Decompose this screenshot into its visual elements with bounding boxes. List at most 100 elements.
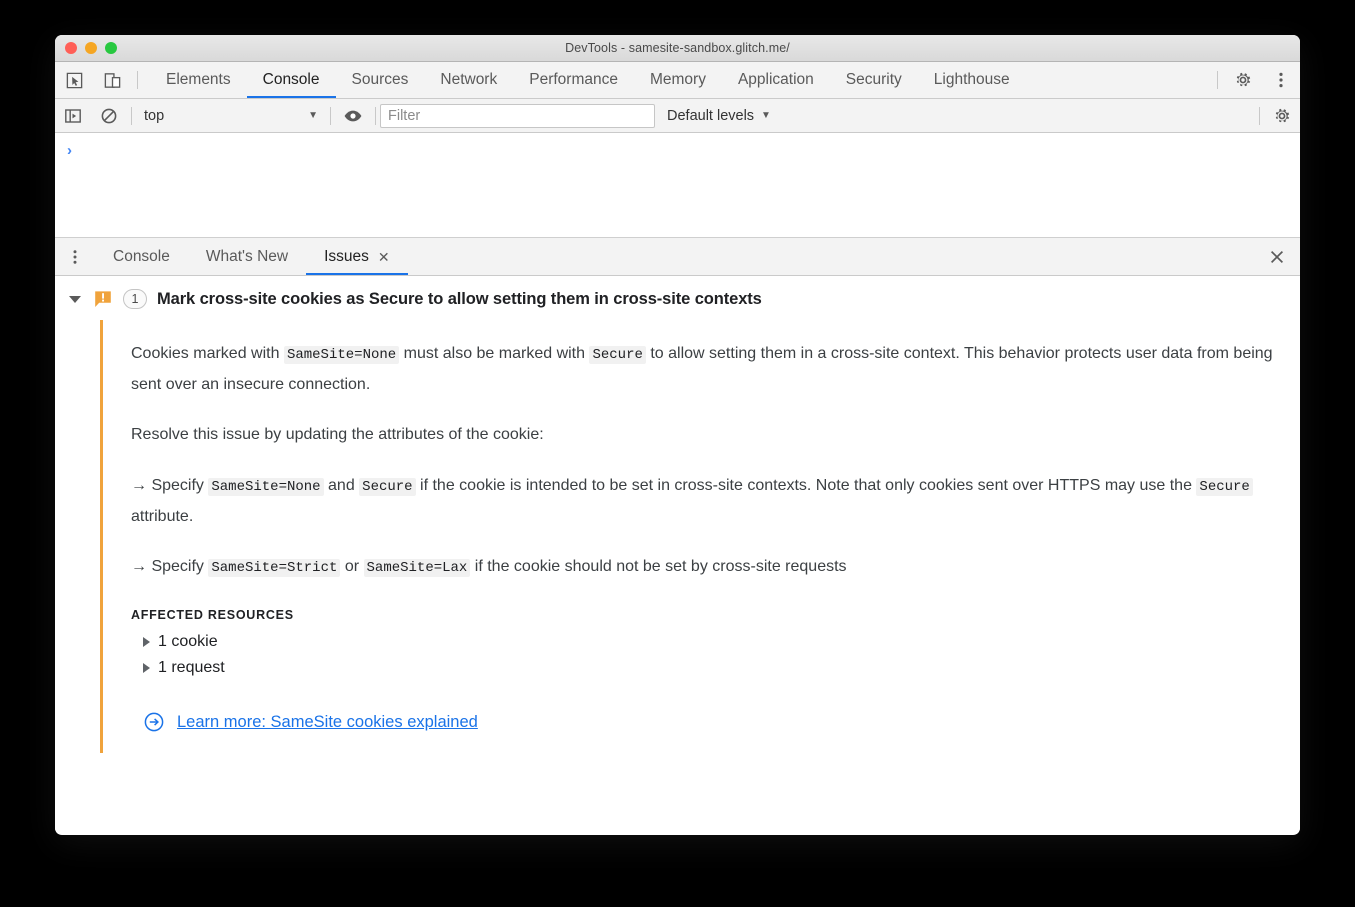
console-toolbar-right-controls: [1255, 99, 1300, 133]
tab-label: Performance: [529, 71, 618, 88]
issue-expand-toggle[interactable]: [69, 295, 81, 303]
clear-console-icon: [100, 107, 118, 125]
device-toolbar-icon: [103, 71, 122, 90]
devtools-settings-button[interactable]: [1224, 62, 1262, 98]
console-settings-button[interactable]: [1264, 99, 1300, 133]
text-fragment: and: [323, 476, 360, 494]
tab-sources[interactable]: Sources: [336, 62, 425, 98]
gear-icon: [1272, 106, 1292, 126]
console-log-levels-selector[interactable]: Default levels ▼: [667, 108, 771, 124]
console-output-area[interactable]: ›: [55, 133, 1300, 238]
devtools-window: DevTools - samesite-sandbox.glitch.me/ E…: [55, 35, 1300, 835]
tab-lighthouse[interactable]: Lighthouse: [918, 62, 1026, 98]
issue-body: Cookies marked with SameSite=None must a…: [100, 320, 1300, 754]
console-toolbar: top ▼ Default levels ▼: [55, 99, 1300, 133]
code-samesite-strict: SameSite=Strict: [208, 559, 341, 578]
issue-header-row[interactable]: 1 Mark cross-site cookies as Secure to a…: [55, 276, 1300, 320]
console-prompt-chevron: ›: [67, 142, 72, 159]
resource-label: 1 request: [158, 659, 225, 677]
tab-memory[interactable]: Memory: [634, 62, 722, 98]
console-sidebar-toggle-icon: [64, 107, 82, 125]
drawer-tab-label: Console: [113, 247, 170, 265]
main-tabbar-right-controls: [1211, 62, 1300, 98]
code-samesite-none: SameSite=None: [283, 346, 400, 364]
kebab-menu-icon: [67, 249, 83, 265]
inspect-element-button[interactable]: [55, 62, 93, 98]
toggle-device-toolbar-button[interactable]: [93, 62, 131, 98]
tab-label: Console: [262, 71, 320, 88]
text-fragment: if the cookie is intended to be set in c…: [415, 476, 1197, 494]
console-filter-input[interactable]: [380, 103, 655, 128]
tab-application[interactable]: Application: [722, 62, 830, 98]
create-live-expression-button[interactable]: [335, 99, 371, 133]
tab-label: Sources: [351, 71, 409, 88]
tab-network[interactable]: Network: [424, 62, 513, 98]
code-samesite-none: SameSite=None: [208, 477, 324, 496]
log-levels-value: Default levels: [667, 107, 755, 124]
drawer-tab-label: Issues: [324, 247, 369, 265]
drawer-tab-whats-new[interactable]: What's New: [188, 238, 306, 275]
code-secure: Secure: [359, 477, 416, 496]
issues-panel: 1 Mark cross-site cookies as Secure to a…: [55, 276, 1300, 834]
console-context-selector[interactable]: top ▼: [136, 103, 326, 129]
tab-performance[interactable]: Performance: [513, 62, 634, 98]
expand-triangle-icon[interactable]: [143, 637, 150, 648]
expand-triangle-icon[interactable]: [143, 663, 150, 674]
text-fragment: Specify: [147, 558, 209, 576]
toolbar-divider: [375, 106, 376, 125]
issue-bullet-1: → Specify SameSite=None and Secure if th…: [131, 470, 1281, 532]
toolbar-divider: [330, 106, 331, 125]
learn-more-link[interactable]: Learn more: SameSite cookies explained: [177, 713, 478, 732]
issue-bullet-2: → Specify SameSite=Strict or SameSite=La…: [131, 551, 1281, 582]
learn-more-row[interactable]: Learn more: SameSite cookies explained: [131, 711, 1300, 733]
main-tab-bar: Elements Console Sources Network Perform…: [55, 62, 1300, 99]
chevron-down-icon: ▼: [308, 110, 318, 121]
tab-label: Memory: [649, 71, 706, 88]
toolbar-divider: [131, 106, 132, 125]
kebab-menu-icon: [1272, 71, 1290, 89]
arrow-right-glyph: →: [131, 476, 147, 494]
drawer-tab-issues[interactable]: Issues ✕: [306, 238, 408, 275]
drawer-tab-console[interactable]: Console: [95, 238, 188, 275]
console-context-value: top: [144, 107, 165, 124]
tab-label: Application: [737, 71, 814, 88]
text-fragment: attribute.: [131, 507, 194, 525]
live-expression-eye-icon: [343, 106, 363, 126]
close-drawer-button[interactable]: [1254, 238, 1300, 275]
affected-resource-request[interactable]: 1 request: [131, 655, 1300, 681]
code-secure: Secure: [589, 346, 646, 364]
toolbar-divider: [1259, 106, 1260, 125]
window-titlebar: DevTools - samesite-sandbox.glitch.me/: [55, 35, 1300, 62]
drawer-tab-label: What's New: [205, 247, 289, 265]
tab-label: Lighthouse: [933, 71, 1010, 88]
drawer-tab-bar: Console What's New Issues ✕: [55, 238, 1300, 276]
issue-paragraph-1: Cookies marked with SameSite=None must a…: [131, 338, 1281, 400]
console-sidebar-toggle-button[interactable]: [55, 99, 91, 133]
tab-console[interactable]: Console: [246, 62, 336, 98]
close-icon[interactable]: ✕: [378, 250, 390, 264]
main-tabs: Elements Console Sources Network Perform…: [150, 62, 1026, 98]
circled-arrow-right-icon: [143, 711, 165, 733]
tab-security[interactable]: Security: [830, 62, 918, 98]
affected-resources-label: AFFECTED RESOURCES: [131, 608, 294, 623]
arrow-right-glyph: →: [131, 558, 147, 576]
tab-label: Security: [845, 71, 902, 88]
code-secure: Secure: [1196, 477, 1253, 496]
drawer-more-options-button[interactable]: [55, 238, 95, 275]
toolbar-divider: [1217, 71, 1218, 89]
toolbar-divider: [137, 71, 138, 89]
code-samesite-lax: SameSite=Lax: [363, 559, 471, 578]
devtools-more-options-button[interactable]: [1262, 62, 1300, 98]
issue-count-badge: 1: [123, 289, 147, 309]
close-icon: [1269, 249, 1285, 265]
gear-icon: [1233, 70, 1253, 90]
inspect-cursor-icon: [65, 71, 84, 90]
text-fragment: must also be marked with: [399, 345, 590, 362]
tab-label: Elements: [166, 71, 231, 88]
window-title: DevTools - samesite-sandbox.glitch.me/: [565, 41, 790, 55]
clear-console-button[interactable]: [91, 99, 127, 133]
affected-resource-cookie[interactable]: 1 cookie: [131, 629, 1300, 655]
tab-elements[interactable]: Elements: [150, 62, 247, 98]
chevron-down-icon: ▼: [761, 110, 771, 121]
issue-paragraph-2: Resolve this issue by updating the attri…: [131, 426, 544, 444]
